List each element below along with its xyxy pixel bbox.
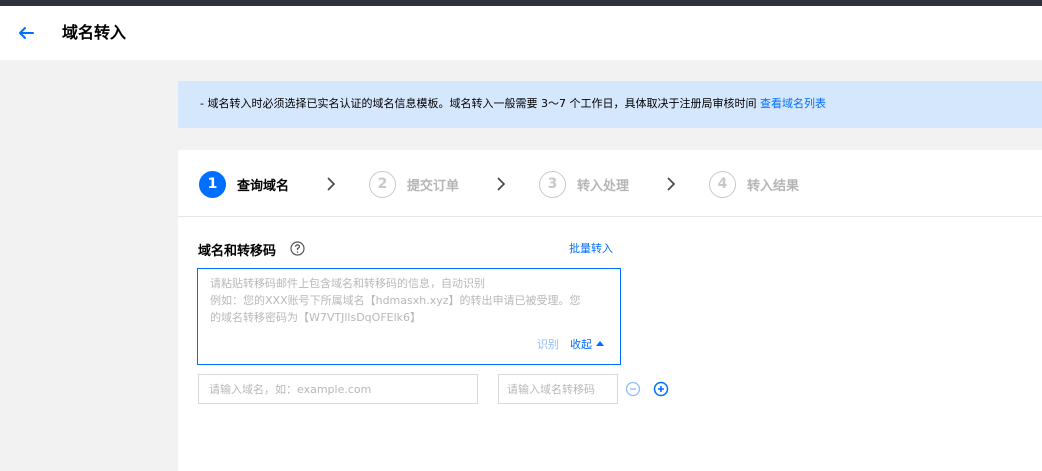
remove-row-icon[interactable] bbox=[625, 381, 641, 397]
step-3: 3 转入处理 bbox=[539, 170, 629, 198]
step-label: 提交订单 bbox=[407, 178, 460, 194]
caret-up-icon bbox=[596, 341, 604, 346]
step-1: 1 查询域名 bbox=[199, 170, 289, 198]
collapse-label: 收起 bbox=[570, 338, 592, 351]
chevron-right-icon bbox=[667, 177, 676, 191]
batch-transfer-link[interactable]: 批量转入 bbox=[569, 240, 613, 256]
page-title: 域名转入 bbox=[62, 23, 127, 42]
step-number: 2 bbox=[369, 170, 396, 198]
chevron-right-icon bbox=[327, 177, 336, 191]
chevron-right-icon bbox=[497, 177, 506, 191]
step-label: 查询域名 bbox=[237, 178, 290, 194]
domain-input[interactable] bbox=[198, 374, 478, 404]
help-icon[interactable] bbox=[290, 241, 305, 256]
step-number: 1 bbox=[199, 170, 226, 198]
notice-banner: - 域名转入时必须选择已实名认证的域名信息模板。域名转入一般需要 3～7 个工作… bbox=[178, 81, 1042, 128]
recognize-button[interactable]: 识别 bbox=[537, 336, 559, 352]
arrow-left-icon[interactable] bbox=[16, 23, 36, 43]
step-2: 2 提交订单 bbox=[369, 170, 459, 198]
collapse-button[interactable]: 收起 bbox=[570, 336, 604, 352]
placeholder-line: 请粘贴转移码邮件上包含域名和转移码的信息，自动识别 bbox=[210, 277, 485, 290]
notice-text: - 域名转入时必须选择已实名认证的域名信息模板。域名转入一般需要 3～7 个工作… bbox=[200, 96, 826, 112]
transfer-code-input[interactable] bbox=[498, 374, 618, 404]
add-row-icon[interactable] bbox=[653, 381, 669, 397]
step-number: 4 bbox=[709, 170, 736, 198]
step-indicator: 1 查询域名 2 提交订单 3 转入处理 4 转入结果 bbox=[178, 150, 1042, 217]
page-header: 域名转入 bbox=[0, 6, 1042, 60]
step-4: 4 转入结果 bbox=[709, 170, 799, 198]
step-number: 3 bbox=[539, 170, 566, 198]
placeholder-line: 的域名转移密码为【W7VTJllsDqOFElk6】 bbox=[210, 311, 422, 324]
step-label: 转入结果 bbox=[747, 178, 800, 194]
step-label: 转入处理 bbox=[577, 178, 630, 194]
notice-message: - 域名转入时必须选择已实名认证的域名信息模板。域名转入一般需要 3～7 个工作… bbox=[200, 97, 757, 110]
placeholder-line: 例如：您的XXX账号下所属域名【hdmasxh.xyz】的转出申请已被受理。您 bbox=[210, 294, 581, 307]
view-domain-list-link[interactable]: 查看域名列表 bbox=[760, 97, 826, 110]
paste-textarea[interactable]: 请粘贴转移码邮件上包含域名和转移码的信息，自动识别 例如：您的XXX账号下所属域… bbox=[197, 268, 621, 365]
transfer-card: 1 查询域名 2 提交订单 3 转入处理 4 转入结果 域名和转移码 批量转入 … bbox=[178, 150, 1042, 471]
domain-code-label: 域名和转移码 bbox=[198, 244, 277, 259]
paste-placeholder: 请粘贴转移码邮件上包含域名和转移码的信息，自动识别 例如：您的XXX账号下所属域… bbox=[210, 275, 610, 326]
